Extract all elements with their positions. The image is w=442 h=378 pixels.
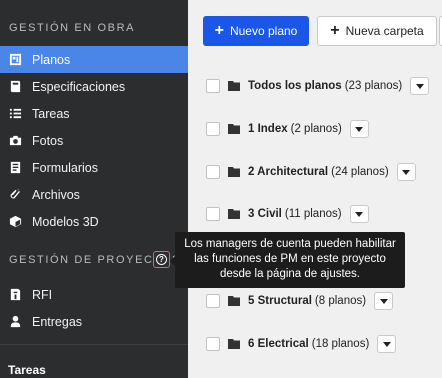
folder-checkbox[interactable] [206, 165, 220, 179]
sidebar-item-formularios[interactable]: Formularios [0, 154, 188, 181]
folder-checkbox[interactable] [206, 207, 220, 221]
sidebar-item-label: Fotos [32, 133, 64, 148]
section-title-field-management: GESTIÓN EN OBRA [9, 22, 136, 34]
folder-row[interactable]: 3 Civil (11 planos) [188, 203, 369, 225]
new-folder-label: Nueva carpeta [345, 24, 424, 38]
sidebar-item-label: Modelos 3D [32, 214, 99, 229]
new-plan-button[interactable]: + Nuevo plano [203, 16, 309, 46]
folder-menu-button[interactable] [349, 205, 369, 223]
chevron-down-icon [355, 126, 364, 132]
sidebar-item-label: Especificaciones [32, 79, 126, 94]
folder-checkbox[interactable] [206, 337, 220, 351]
new-plan-label: Nuevo plano [229, 24, 298, 38]
folder-icon [228, 167, 240, 177]
folder-count: (24 planos) [331, 166, 389, 178]
sidebar-item-archivos[interactable]: Archivos [0, 181, 188, 208]
folder-name: 2 Architectural [248, 166, 329, 178]
chevron-down-icon [415, 83, 424, 89]
chevron-down-icon [402, 169, 411, 175]
folder-checkbox[interactable] [206, 79, 220, 93]
folder-menu-button[interactable] [410, 77, 430, 95]
new-folder-button[interactable]: + Nueva carpeta [317, 16, 437, 46]
folder-row[interactable]: 6 Electrical (18 planos) [188, 333, 397, 355]
question-icon: ? [156, 254, 167, 265]
tooltip-line: las funciones de PM en este proyecto [194, 253, 386, 265]
folder-count: (2 planos) [290, 123, 342, 135]
paperclip-icon [8, 188, 22, 202]
sidebar-item-modelos-3d[interactable]: Modelos 3D [0, 208, 188, 235]
sidebar-item-rfi[interactable]: RFI [0, 281, 188, 308]
sidebar-item-especificaciones[interactable]: Especificaciones [0, 73, 188, 100]
folder-count: (8 planos) [314, 295, 367, 307]
folder-name: 3 Civil [248, 208, 282, 220]
sidebar-item-label: Planos [32, 52, 71, 67]
folder-count: (23 planos) [344, 80, 403, 92]
cube-icon [8, 215, 22, 229]
sidebar-item-entregas[interactable]: Entregas [0, 308, 188, 335]
plus-icon: + [214, 22, 224, 39]
folder-icon [228, 339, 240, 349]
chevron-down-icon [355, 211, 364, 217]
folder-checkbox[interactable] [206, 294, 220, 308]
folder-name: 6 Electrical [248, 338, 309, 350]
sidebar-item-label: Tareas [32, 106, 70, 121]
folder-count: (18 planos) [311, 338, 370, 350]
folder-name: 1 Index [248, 123, 288, 135]
folder-menu-button[interactable] [349, 120, 369, 138]
list-icon [8, 107, 22, 121]
sidebar-item-label: Formularios [32, 160, 98, 175]
folder-row[interactable]: 5 Structural (8 planos) [188, 290, 394, 312]
sidebar-item-label: Entregas [32, 314, 83, 329]
person-icon [8, 315, 22, 329]
folder-row[interactable]: 1 Index (2 planos) [188, 118, 369, 140]
folder-icon [228, 296, 240, 306]
tooltip-line: Los managers de cuenta pueden habilitar [184, 238, 396, 250]
sidebar-item-label: Archivos [32, 187, 80, 202]
folder-icon [228, 81, 240, 91]
folder-menu-button[interactable] [396, 163, 416, 181]
folder-name: Todos los planos [248, 80, 342, 92]
folder-row[interactable]: Todos los planos (23 planos) [188, 75, 430, 97]
camera-icon [8, 134, 22, 148]
folder-name: 5 Structural [248, 295, 312, 307]
folder-menu-button[interactable] [377, 335, 397, 353]
chevron-down-icon [382, 341, 391, 347]
folder-menu-button[interactable] [374, 292, 394, 310]
chevron-down-icon [379, 298, 388, 304]
folder-icon [228, 124, 240, 134]
blueprint-icon [8, 53, 22, 67]
folder-checkbox[interactable] [206, 122, 220, 136]
book-icon [8, 80, 22, 94]
sidebar-item-label: RFI [32, 287, 53, 302]
rfi-icon [8, 288, 22, 302]
tooltip-line: desde la página de ajustes. [219, 268, 361, 280]
sidebar-item-tareas[interactable]: Tareas [0, 100, 188, 127]
pm-features-tooltip: Los managers de cuenta pueden habilitar … [170, 232, 405, 288]
sidebar-divider [0, 344, 188, 345]
form-icon [8, 161, 22, 175]
sidebar-item-fotos[interactable]: Fotos [0, 127, 188, 154]
help-button[interactable]: ? [153, 251, 170, 268]
sidebar: GESTIÓN EN OBRA Planos Especificaciones … [0, 0, 188, 378]
folder-count: (11 planos) [284, 208, 342, 220]
folder-icon [228, 209, 240, 219]
plus-icon: + [330, 22, 340, 39]
section-title-tasks: Tareas [8, 363, 46, 377]
sidebar-item-planos[interactable]: Planos [0, 46, 188, 73]
main-content: + Nuevo plano + Nueva carpeta Todos los … [188, 0, 442, 378]
folder-row[interactable]: 2 Architectural (24 planos) [188, 161, 416, 183]
